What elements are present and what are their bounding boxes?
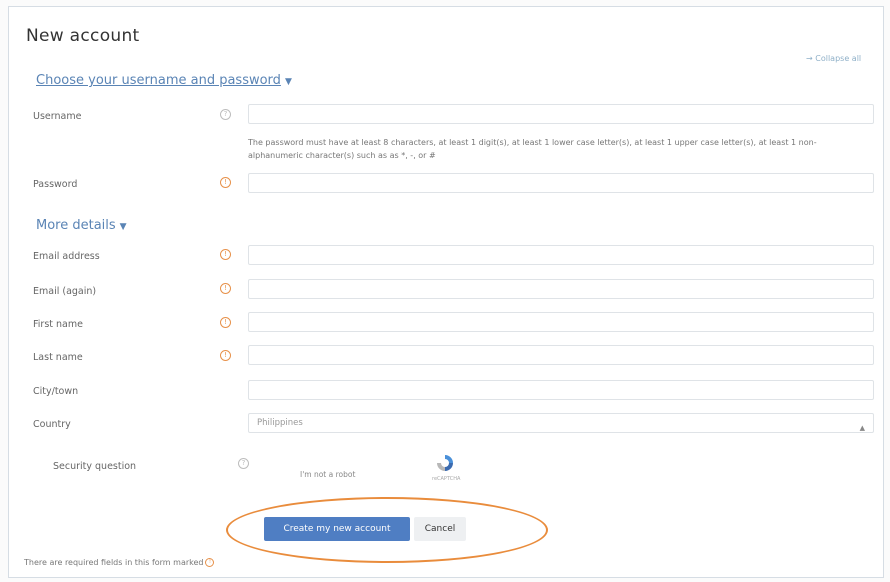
caret-down-icon: ▼ <box>284 77 292 87</box>
help-icon[interactable]: ? <box>220 109 231 120</box>
security-question-label: Security question <box>53 461 137 472</box>
collapse-all-link[interactable]: → Collapse all <box>806 54 861 63</box>
email-label: Email address <box>33 251 100 262</box>
password-input[interactable] <box>248 173 874 193</box>
country-label: Country <box>33 419 71 430</box>
required-fields-note: There are required fields in this form m… <box>24 558 215 567</box>
cancel-button[interactable]: Cancel <box>414 517 466 541</box>
email-again-input[interactable] <box>248 279 874 299</box>
password-hint: The password must have at least 8 charac… <box>248 138 817 160</box>
required-icon: ! <box>220 249 231 260</box>
select-arrow-icon: ▲︎ <box>859 424 865 432</box>
first-name-label: First name <box>33 319 83 330</box>
section-more-details-toggle[interactable]: More details ▼ <box>36 218 127 233</box>
create-account-button[interactable]: Create my new account <box>264 517 410 541</box>
section-credentials-label: Choose your username and password <box>36 73 281 88</box>
username-input[interactable] <box>248 104 874 124</box>
required-icon: ! <box>205 558 215 567</box>
username-label: Username <box>33 111 82 122</box>
last-name-input[interactable] <box>248 345 874 365</box>
section-more-details-label: More details <box>36 218 116 233</box>
section-credentials-toggle[interactable]: Choose your username and password ▼ <box>36 73 292 88</box>
required-icon: ! <box>220 177 231 188</box>
recaptcha-icon[interactable] <box>434 452 456 474</box>
recaptcha-caption: reCAPTCHA <box>432 476 461 482</box>
password-label: Password <box>33 179 78 190</box>
not-robot-label: I'm not a robot <box>300 470 356 479</box>
city-input[interactable] <box>248 380 874 400</box>
required-icon: ! <box>220 350 231 361</box>
email-again-label: Email (again) <box>33 286 97 297</box>
country-select[interactable]: Philippines ▲︎ <box>248 413 874 433</box>
first-name-input[interactable] <box>248 312 874 332</box>
email-input[interactable] <box>248 245 874 265</box>
required-icon: ! <box>220 317 231 328</box>
required-icon: ! <box>220 283 231 294</box>
required-fields-text: There are required fields in this form m… <box>24 558 204 567</box>
help-icon[interactable]: ? <box>238 458 249 469</box>
country-selected-value: Philippines <box>257 418 303 428</box>
caret-down-icon: ▼ <box>119 222 127 232</box>
page-title: New account <box>26 26 140 46</box>
last-name-label: Last name <box>33 352 83 363</box>
city-label: City/town <box>33 386 79 397</box>
